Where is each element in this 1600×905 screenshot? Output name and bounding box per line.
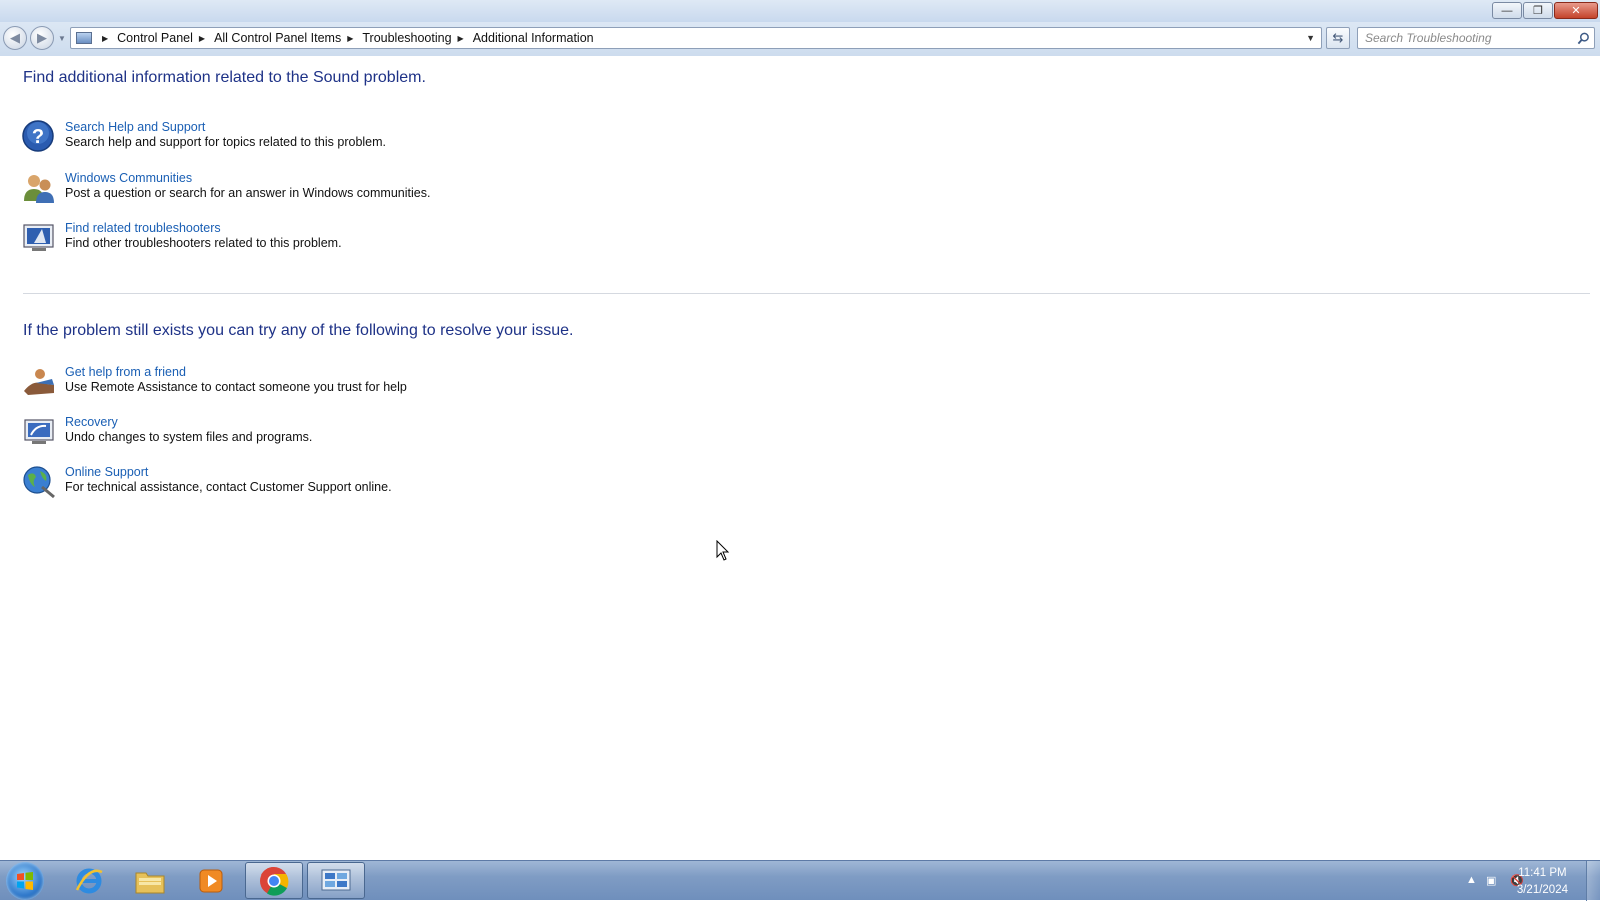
main-content: Find additional information related to t… [0, 56, 1600, 860]
troubleshooter-icon [23, 224, 54, 251]
chrome-icon [260, 866, 289, 896]
taskbar-file-explorer[interactable] [121, 862, 179, 899]
show-hidden-icons-icon[interactable]: ▲ [1466, 874, 1477, 886]
mouse-cursor [716, 540, 730, 561]
recent-pages-dropdown[interactable]: ▼ [58, 34, 66, 43]
system-tray: ▲ ▣ 🔇 11:41 PM 3/21/2024 [1410, 861, 1600, 901]
taskbar-chrome[interactable] [245, 862, 303, 899]
back-button[interactable]: ◀ [3, 26, 27, 50]
globe-icon [23, 466, 55, 499]
breadcrumb-control-panel[interactable]: Control Panel [117, 31, 193, 45]
network-icon[interactable]: ▣ [1486, 874, 1496, 887]
forward-button[interactable]: ▶ [30, 26, 54, 50]
section-divider [23, 293, 1590, 294]
internet-explorer-icon [75, 868, 103, 893]
restore-button[interactable]: ❐ [1523, 2, 1553, 19]
start-button[interactable] [6, 862, 44, 900]
clock-date: 3/21/2024 [1516, 884, 1568, 896]
online-support-link[interactable]: Online Support [65, 465, 148, 479]
taskbar: ▲ ▣ 🔇 11:41 PM 3/21/2024 [0, 860, 1600, 901]
search-box[interactable] [1357, 27, 1595, 49]
close-button[interactable]: ✕ [1554, 2, 1598, 19]
minimize-button[interactable]: — [1492, 2, 1522, 19]
refresh-button[interactable]: ⇆ [1326, 27, 1350, 49]
windows-communities-description: Post a question or search for an answer … [65, 186, 431, 200]
navigation-bar: ◀ ▶ ▼ ▶ Control Panel ▶ All Control Pane… [0, 22, 1600, 56]
search-input[interactable] [1363, 30, 1567, 46]
search-help-support-link[interactable]: Search Help and Support [65, 120, 205, 134]
find-related-troubleshooters-description: Find other troubleshooters related to th… [65, 236, 342, 250]
chevron-right-icon[interactable]: ▶ [102, 34, 108, 43]
find-related-troubleshooters-link[interactable]: Find related troubleshooters [65, 221, 221, 235]
file-explorer-icon [135, 872, 165, 893]
breadcrumb-additional-information[interactable]: Additional Information [473, 31, 594, 45]
control-panel-icon [76, 32, 92, 44]
breadcrumb-troubleshooting[interactable]: Troubleshooting [362, 31, 451, 45]
clock[interactable]: 11:41 PM 3/21/2024 [1517, 865, 1568, 899]
address-bar[interactable]: ▶ Control Panel ▶ All Control Panel Item… [70, 27, 1322, 49]
window-controls: — ❐ ✕ [1492, 2, 1598, 19]
get-help-from-friend-description: Use Remote Assistance to contact someone… [65, 380, 407, 394]
chevron-down-icon[interactable]: ▼ [1306, 33, 1315, 43]
section-heading-additional-info: Find additional information related to t… [23, 69, 426, 86]
taskbar-media-player[interactable] [182, 862, 240, 899]
media-player-icon [199, 869, 223, 892]
taskbar-internet-explorer[interactable] [60, 862, 118, 899]
taskbar-control-panel[interactable] [307, 862, 365, 899]
breadcrumb-all-control-panel-items[interactable]: All Control Panel Items [214, 31, 341, 45]
remote-assistance-icon [24, 369, 54, 395]
online-support-description: For technical assistance, contact Custom… [65, 480, 392, 494]
svg-text:?: ? [32, 126, 44, 148]
search-icon[interactable] [1577, 32, 1590, 45]
recovery-icon [24, 419, 54, 444]
get-help-from-friend-link[interactable]: Get help from a friend [65, 365, 186, 379]
recovery-description: Undo changes to system files and program… [65, 430, 313, 444]
section-heading-resolve-issue: If the problem still exists you can try … [23, 322, 574, 339]
windows-communities-link[interactable]: Windows Communities [65, 171, 192, 185]
chevron-right-icon[interactable]: ▶ [347, 34, 353, 43]
chevron-right-icon[interactable]: ▶ [199, 34, 205, 43]
clock-time: 11:41 PM [1518, 867, 1567, 879]
control-panel-icon [321, 869, 351, 890]
show-desktop-button[interactable] [1586, 861, 1600, 901]
help-icon: ? [22, 120, 54, 152]
window-title-bar: — ❐ ✕ [0, 0, 1600, 22]
chevron-right-icon[interactable]: ▶ [458, 34, 464, 43]
windows-logo-icon [17, 872, 33, 890]
people-icon [24, 175, 54, 203]
search-help-support-description: Search help and support for topics relat… [65, 135, 387, 149]
recovery-link[interactable]: Recovery [65, 415, 118, 429]
